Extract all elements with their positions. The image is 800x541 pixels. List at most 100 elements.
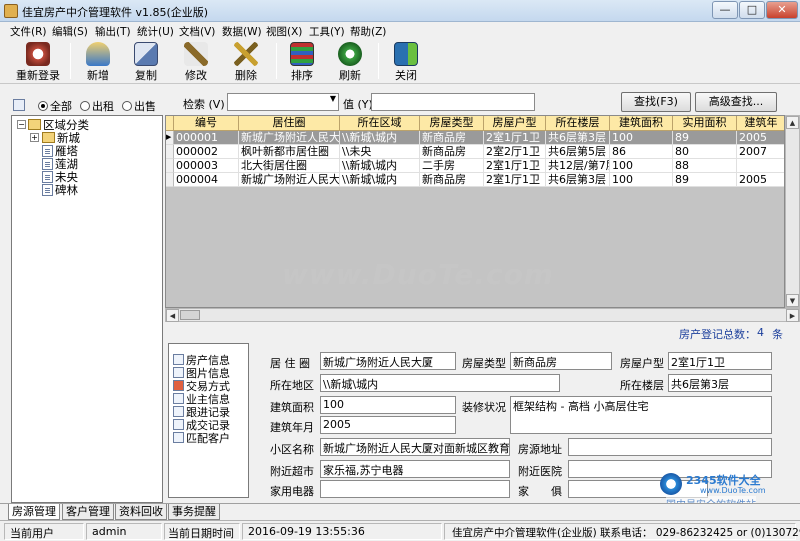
filter-rent-radio[interactable]: 出租 [80,98,114,114]
close-window-button[interactable]: ✕ [766,1,798,19]
field-address[interactable] [568,438,772,456]
refresh-button[interactable]: 刷新 [328,40,372,82]
menu-file[interactable]: 文件(R) [10,24,47,39]
cell-layout[interactable]: 2室2厅1卫 [484,145,546,159]
col-header-use-area[interactable]: 实用面积 [673,116,737,131]
field-floor[interactable]: 共6层第3层 [668,374,772,392]
menu-edit[interactable]: 编辑(S) [52,24,88,39]
cell-floor[interactable]: 共6层第5层 [546,145,610,159]
field-circle[interactable]: 新城广场附近人民大厦 [320,352,456,370]
cell-id[interactable]: 000004 [174,173,239,187]
row-indicator[interactable] [166,173,174,187]
scroll-down-icon[interactable]: ▼ [786,294,799,307]
cell-circle[interactable]: 新城广场附近人民大 [239,131,340,145]
cell-use-area[interactable]: 89 [673,173,737,187]
cell-area[interactable]: \\新城\城内 [340,173,420,187]
col-header-build-area[interactable]: 建筑面积 [610,116,673,131]
menu-view[interactable]: 视图(X) [266,24,302,39]
cell-id[interactable]: 000003 [174,159,239,173]
scroll-right-icon[interactable]: ▶ [786,309,799,322]
cell-type[interactable]: 新商品房 [420,173,484,187]
tree-node-leaf[interactable]: 碑林 [42,182,78,198]
menu-help[interactable]: 帮助(Z) [350,24,386,39]
menu-stats[interactable]: 统计(U) [137,24,174,39]
cell-build-area[interactable]: 86 [610,145,673,159]
tree-collapse-toggle[interactable]: − [17,120,26,129]
field-community[interactable]: 新城广场附近人民大厦对面新城区教育 [320,438,510,456]
cell-layout[interactable]: 2室1厅1卫 [484,159,546,173]
cell-year[interactable] [737,159,784,173]
row-indicator[interactable]: ▶ [166,131,174,145]
cell-area[interactable]: \\新城\城内 [340,131,420,145]
cell-circle[interactable]: 新城广场附近人民大 [239,173,340,187]
find-button[interactable]: 查找(F3) [621,92,691,112]
cell-build-area[interactable]: 100 [610,159,673,173]
tab-match-clients[interactable]: 匹配客户 [173,430,230,446]
cell-floor[interactable]: 共6层第3层 [546,173,610,187]
col-header-id[interactable]: 编号 [174,116,239,131]
cell-build-area[interactable]: 100 [610,173,673,187]
copy-button[interactable]: 复制 [122,40,170,82]
tab-property-mgmt[interactable]: 房源管理 [8,504,60,520]
col-header-year[interactable]: 建筑年 [737,116,784,131]
filter-sale-radio[interactable]: 出售 [122,98,156,114]
cell-year[interactable]: 2005 [737,173,784,187]
advanced-find-button[interactable]: 高级查找... [695,92,777,112]
edit-button[interactable]: 修改 [172,40,220,82]
cell-area[interactable]: \\新城\城内 [340,159,420,173]
menu-tools[interactable]: 工具(Y) [309,24,345,39]
search-field-select[interactable]: ▼ [227,93,339,111]
delete-button[interactable]: 删除 [222,40,270,82]
cell-layout[interactable]: 2室1厅1卫 [484,173,546,187]
field-layout[interactable]: 2室1厅1卫 [668,352,772,370]
col-header-area[interactable]: 所在区域 [340,116,420,131]
maximize-button[interactable]: □ [739,1,765,19]
cell-type[interactable]: 二手房 [420,159,484,173]
add-button[interactable]: 新增 [74,40,122,82]
menu-docs[interactable]: 文档(V) [179,24,215,39]
cell-use-area[interactable]: 88 [673,159,737,173]
field-area[interactable]: \\新城\城内 [320,374,560,392]
field-build-area[interactable]: 100 [320,396,456,414]
cell-circle[interactable]: 北大街居住圈 [239,159,340,173]
field-type[interactable]: 新商品房 [510,352,612,370]
tab-recycle[interactable]: 资料回收 [115,504,167,520]
cell-id[interactable]: 000001 [174,131,239,145]
cell-layout[interactable]: 2室1厅1卫 [484,131,546,145]
field-decoration[interactable]: 框架结构 - 高档 小高层住宅 [510,396,772,434]
sort-button[interactable]: 排序 [280,40,324,82]
cell-id[interactable]: 000002 [174,145,239,159]
cell-type[interactable]: 新商品房 [420,131,484,145]
minimize-button[interactable]: — [712,1,738,19]
cell-year[interactable]: 2007 [737,145,784,159]
filter-all-radio[interactable]: 全部 [38,98,72,114]
search-value-input[interactable] [371,93,535,111]
tab-client-mgmt[interactable]: 客户管理 [62,504,114,520]
menu-data[interactable]: 数据(W) [222,24,262,39]
field-year[interactable]: 2005 [320,416,456,434]
col-header-floor[interactable]: 所在楼层 [546,116,610,131]
col-header-type[interactable]: 房屋类型 [420,116,484,131]
field-market[interactable]: 家乐福,苏宁电器 [320,460,510,478]
field-appliances[interactable] [320,480,510,498]
cell-type[interactable]: 新商品房 [420,145,484,159]
grid-vertical-scrollbar[interactable]: ▲ ▼ [785,115,800,308]
row-indicator[interactable] [166,145,174,159]
cell-floor[interactable]: 共12层/第7层 [546,159,610,173]
cell-area[interactable]: \\未央 [340,145,420,159]
cell-use-area[interactable]: 80 [673,145,737,159]
tab-reminders[interactable]: 事务提醒 [168,504,220,520]
cell-build-area[interactable]: 100 [610,131,673,145]
col-header-circle[interactable]: 居住圈 [239,116,340,131]
cell-year[interactable]: 2005 [737,131,784,145]
scroll-left-icon[interactable]: ◀ [166,309,179,322]
col-header-layout[interactable]: 房屋户型 [484,116,546,131]
grid-horizontal-scrollbar[interactable]: ◀ ▶ [165,308,800,322]
cell-use-area[interactable]: 89 [673,131,737,145]
tree-expand-toggle[interactable]: + [30,133,39,142]
cell-floor[interactable]: 共6层第3层 [546,131,610,145]
row-indicator[interactable] [166,159,174,173]
close-button[interactable]: 关闭 [384,40,428,82]
scroll-up-icon[interactable]: ▲ [786,116,799,129]
relogin-button[interactable]: 重新登录 [10,40,66,82]
